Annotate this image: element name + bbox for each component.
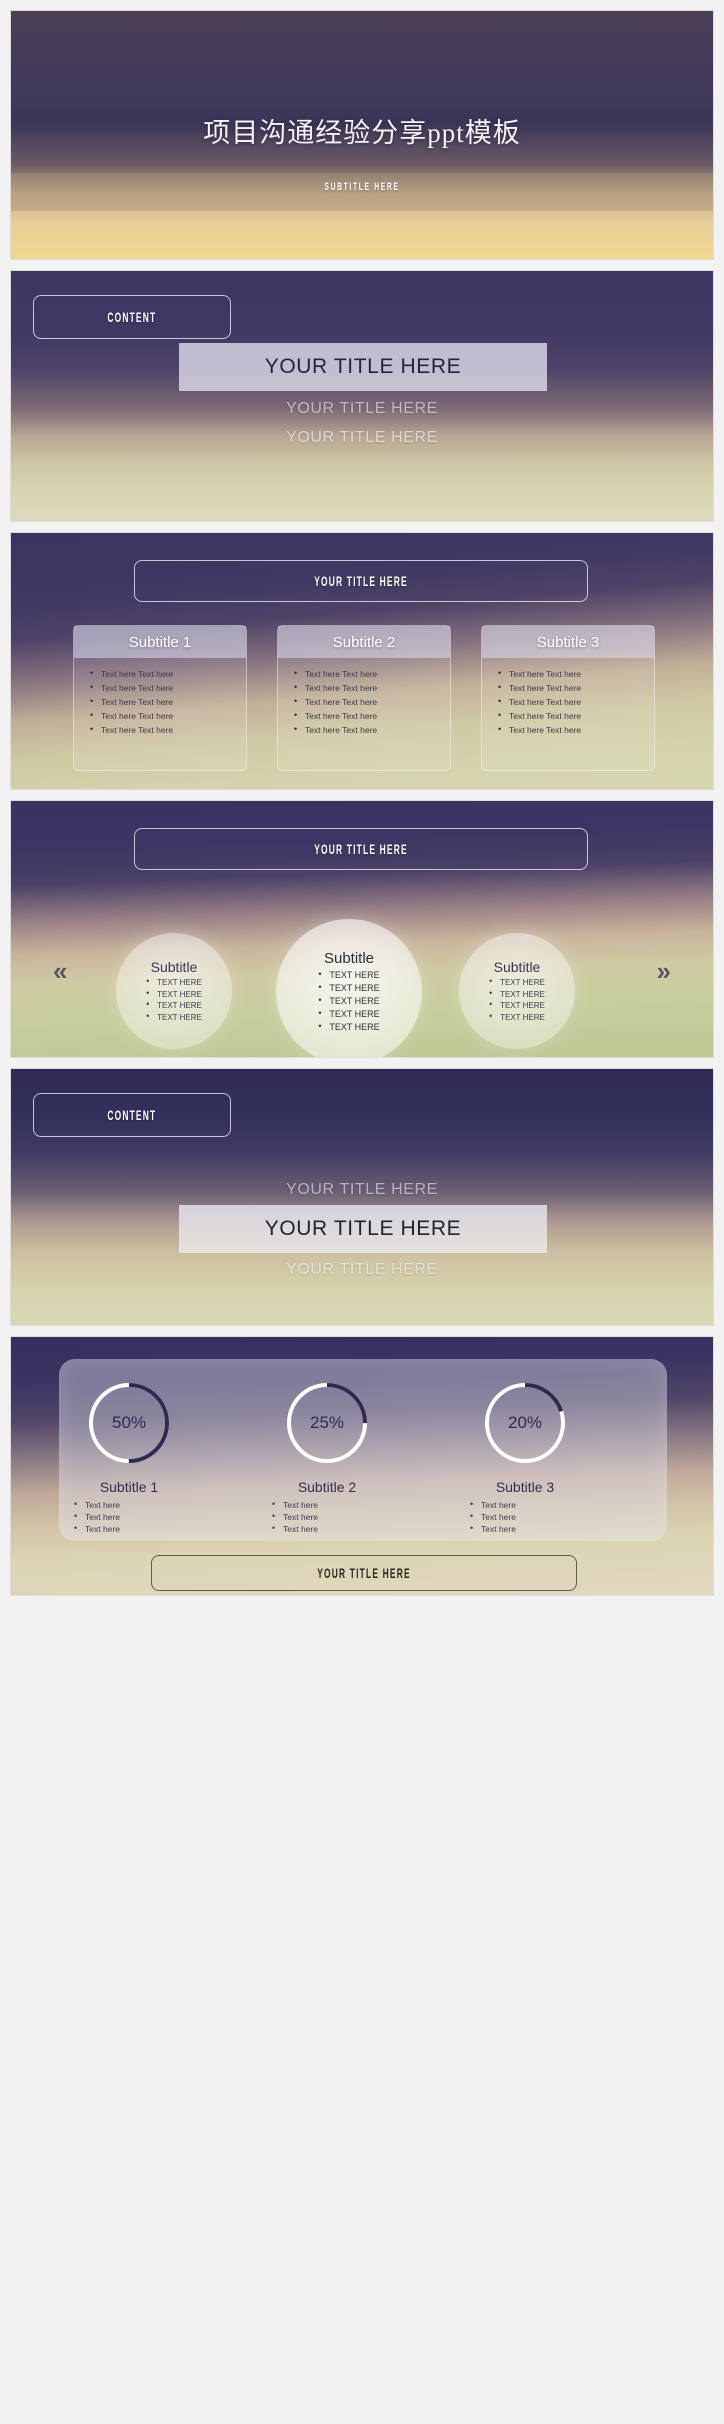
circle-3-heading: Subtitle: [493, 959, 541, 975]
list-item: TEXT HERE: [489, 1011, 545, 1024]
slide-1-cover: 项目沟通经验分享ppt模板 SUBTITLE HERE: [10, 10, 714, 260]
circle-3-bullets: TEXT HERE TEXT HERE TEXT HERE TEXT HERE: [489, 976, 545, 1024]
column-2-bullets: Text here Text here Text here Text here …: [278, 666, 450, 737]
list-item: Text here Text here: [498, 694, 654, 709]
list-item: TEXT HERE: [146, 976, 202, 989]
column-3-bullets: Text here Text here Text here Text here …: [482, 666, 654, 737]
list-item: Text here Text here: [90, 722, 246, 737]
list-item: Text here: [39, 1522, 219, 1535]
donut-3-value: 20%: [507, 1413, 543, 1432]
list-item: TEXT HERE: [318, 968, 379, 982]
list-item: Text here Text here: [294, 666, 450, 681]
slide-5-ghost-title-2: YOUR TITLE HERE: [286, 1261, 438, 1278]
column-2-heading: Subtitle 2: [278, 626, 450, 658]
slide-5-ghost-title-1: YOUR TITLE HERE: [286, 1181, 438, 1198]
donut-chart-3: 20%: [481, 1379, 569, 1467]
circle-2-heading: Subtitle: [323, 950, 375, 967]
slide-6-bottom-button[interactable]: YOUR TITLE HERE: [151, 1555, 577, 1591]
list-item: TEXT HERE: [489, 988, 545, 1001]
content-button-label: CONTENT: [107, 309, 157, 325]
column-card-1[interactable]: Subtitle 1 Text here Text here Text here…: [73, 625, 247, 771]
list-item: Text here Text here: [90, 708, 246, 723]
slide-2-content: CONTENT YOUR TITLE HERE YOUR TITLE HERE …: [10, 270, 714, 522]
list-item: Text here: [435, 1510, 615, 1523]
column-card-2[interactable]: Subtitle 2 Text here Text here Text here…: [277, 625, 451, 771]
content-button[interactable]: CONTENT: [33, 295, 231, 339]
list-item: Text here: [39, 1510, 219, 1523]
column-3-heading: Subtitle 3: [482, 626, 654, 658]
list-item: TEXT HERE: [318, 981, 379, 995]
column-card-3[interactable]: Subtitle 3 Text here Text here Text here…: [481, 625, 655, 771]
list-item: Text here Text here: [294, 722, 450, 737]
slide-6-bottom-label: YOUR TITLE HERE: [317, 1565, 411, 1581]
list-item: TEXT HERE: [146, 988, 202, 1001]
chevron-right-icon[interactable]: »: [657, 956, 671, 987]
donut-chart-1: 50%: [85, 1379, 173, 1467]
list-item: Text here Text here: [498, 708, 654, 723]
slide-5-title-bar: YOUR TITLE HERE: [179, 1205, 547, 1253]
list-item: Text here Text here: [294, 680, 450, 695]
list-item: Text here Text here: [294, 694, 450, 709]
donut-chart-2: 25%: [283, 1379, 371, 1467]
list-item: TEXT HERE: [489, 999, 545, 1012]
donut-1-bullets: Text here Text here Text here: [39, 1498, 219, 1535]
list-item: Text here Text here: [90, 666, 246, 681]
slide-6-statistics: 50% 25% 20% Subtitle 1 Subtitle 2 Subtit…: [10, 1336, 714, 1596]
list-item: Text here Text here: [90, 680, 246, 695]
list-item: TEXT HERE: [146, 1011, 202, 1024]
slide-4-circles: YOUR TITLE HERE « » Subtitle TEXT HERE T…: [10, 800, 714, 1058]
list-item: Text here: [39, 1498, 219, 1511]
list-item: Text here Text here: [498, 722, 654, 737]
list-item: Text here: [237, 1522, 417, 1535]
circle-card-1[interactable]: Subtitle TEXT HERE TEXT HERE TEXT HERE T…: [116, 933, 232, 1049]
donut-3-label: Subtitle 3: [495, 1479, 555, 1495]
list-item: TEXT HERE: [318, 1020, 379, 1034]
donut-1-value: 50%: [111, 1413, 147, 1432]
circle-1-heading: Subtitle: [150, 959, 198, 975]
list-item: Text here Text here: [498, 666, 654, 681]
column-1-bullets: Text here Text here Text here Text here …: [74, 666, 246, 737]
circle-card-3[interactable]: Subtitle TEXT HERE TEXT HERE TEXT HERE T…: [459, 933, 575, 1049]
list-item: Text here: [237, 1498, 417, 1511]
cover-title: 项目沟通经验分享ppt模板: [203, 118, 521, 148]
list-item: TEXT HERE: [318, 994, 379, 1008]
circle-1-bullets: TEXT HERE TEXT HERE TEXT HERE TEXT HERE: [146, 976, 202, 1024]
list-item: Text here Text here: [294, 708, 450, 723]
circle-2-bullets: TEXT HERE TEXT HERE TEXT HERE TEXT HERE …: [318, 968, 379, 1034]
slide-3-three-columns: YOUR TITLE HERE Subtitle 1 Text here Tex…: [10, 532, 714, 790]
list-item: Text here: [435, 1498, 615, 1511]
donut-2-value: 25%: [309, 1413, 345, 1432]
slide-deck-page: 项目沟通经验分享ppt模板 SUBTITLE HERE CONTENT YOUR…: [0, 10, 724, 1596]
donut-1-label: Subtitle 1: [99, 1479, 159, 1495]
slide-3-title-button[interactable]: YOUR TITLE HERE: [134, 560, 588, 602]
content-button-2[interactable]: CONTENT: [33, 1093, 231, 1137]
list-item: Text here: [237, 1510, 417, 1523]
list-item: Text here Text here: [90, 694, 246, 709]
list-item: TEXT HERE: [146, 999, 202, 1012]
slide-4-title-button[interactable]: YOUR TITLE HERE: [134, 828, 588, 870]
chevron-left-icon[interactable]: «: [53, 956, 67, 987]
list-item: TEXT HERE: [318, 1007, 379, 1021]
slide-4-title-label: YOUR TITLE HERE: [314, 841, 408, 857]
slide-2-ghost-title-1: YOUR TITLE HERE: [286, 400, 438, 417]
slide-5-content: CONTENT YOUR TITLE HERE YOUR TITLE HERE …: [10, 1068, 714, 1326]
list-item: TEXT HERE: [489, 976, 545, 989]
donut-3-bullets: Text here Text here Text here: [435, 1498, 615, 1535]
list-item: Text here Text here: [498, 680, 654, 695]
slide-3-title-label: YOUR TITLE HERE: [314, 573, 408, 589]
donut-2-label: Subtitle 2: [297, 1479, 357, 1495]
donut-2-bullets: Text here Text here Text here: [237, 1498, 417, 1535]
column-1-heading: Subtitle 1: [74, 626, 246, 658]
content-button-2-label: CONTENT: [107, 1107, 157, 1123]
cover-subtitle: SUBTITLE HERE: [324, 181, 400, 193]
list-item: Text here: [435, 1522, 615, 1535]
slide-2-title-bar: YOUR TITLE HERE: [179, 343, 547, 391]
circle-card-2[interactable]: Subtitle TEXT HERE TEXT HERE TEXT HERE T…: [276, 919, 422, 1057]
slide-2-ghost-title-2: YOUR TITLE HERE: [286, 429, 438, 446]
